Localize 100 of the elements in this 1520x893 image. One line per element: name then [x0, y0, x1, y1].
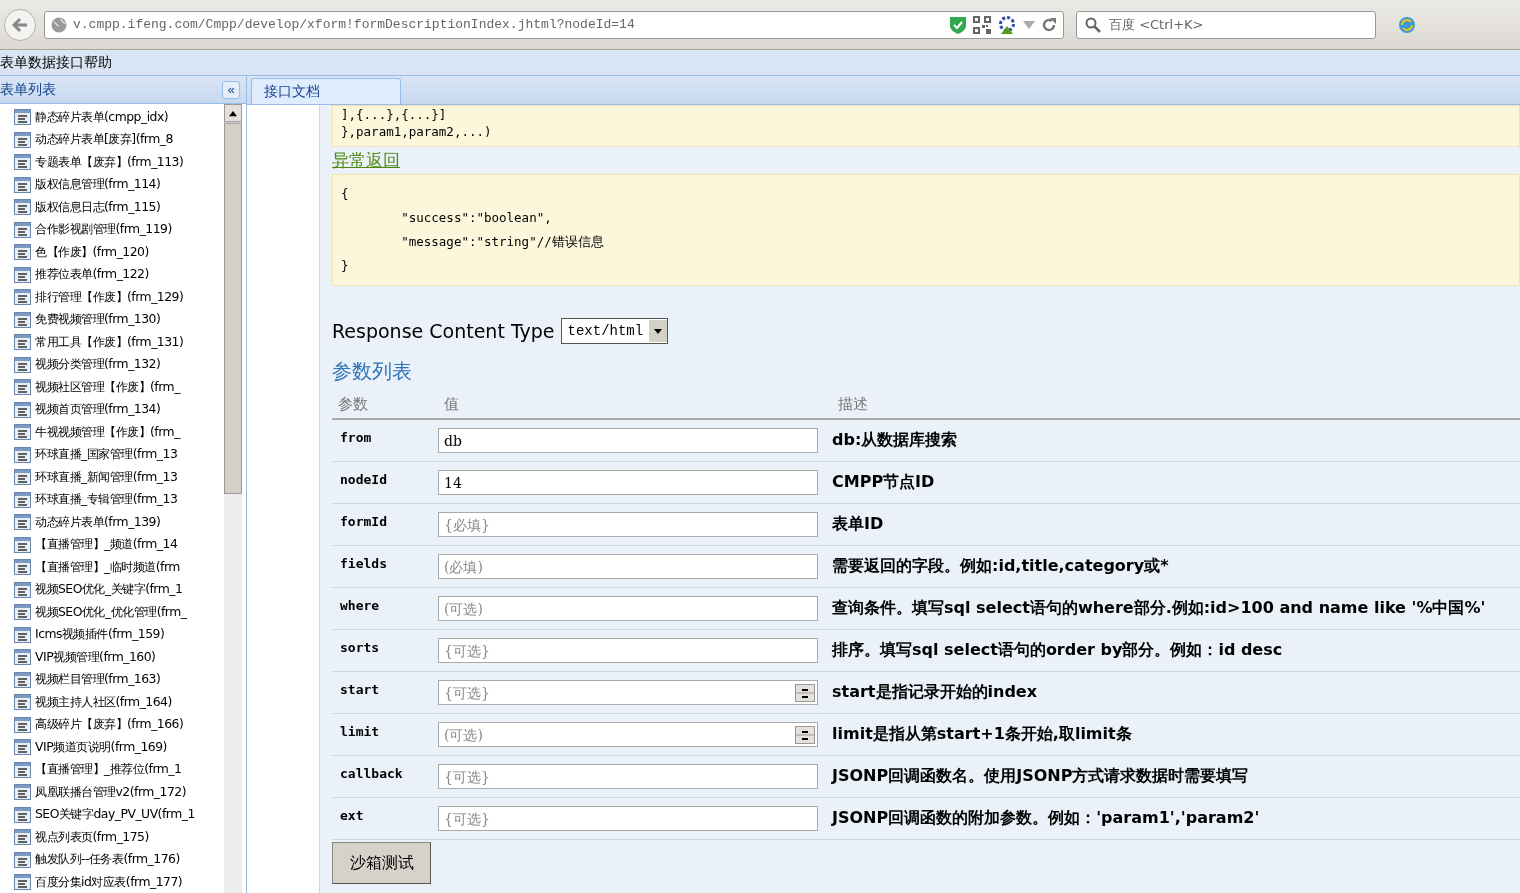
param-input[interactable]: {可选} [438, 806, 818, 831]
param-description: db:从数据库搜索 [832, 430, 958, 451]
shield-icon[interactable] [949, 14, 967, 35]
form-list-item[interactable]: 版权信息管理(frm_114) [35, 176, 161, 194]
code-line: "message":"string"//错误信息 [400, 233, 605, 251]
form-list-item[interactable]: VIP视频管理(frm_160) [35, 648, 156, 666]
form-icon [14, 424, 31, 441]
form-list-item[interactable]: 常用工具【作废】(frm_131) [35, 333, 184, 351]
form-list-item[interactable]: 百度分集id对应表(frm_177) [35, 873, 183, 891]
param-description: 需要返回的字段。例如:id,title,category或* [832, 556, 1169, 577]
form-icon [14, 851, 31, 868]
form-list-item[interactable]: 静态碎片表单(cmpp_idx) [35, 108, 169, 126]
spinner-icon[interactable] [795, 683, 815, 702]
gear-icon[interactable] [997, 14, 1017, 35]
dropdown-icon[interactable] [1023, 20, 1035, 29]
form-list-item[interactable]: SEO关键字day_PV_UV(frm_1 [35, 806, 195, 824]
search-field[interactable]: 百度 <Ctrl+K> [1076, 10, 1376, 39]
form-icon [14, 874, 31, 891]
form-list-item[interactable]: 专题表单【废弃】(frm_113) [35, 153, 184, 171]
param-input[interactable]: {可选} [438, 638, 818, 663]
form-icon [14, 761, 31, 778]
form-icon [14, 401, 31, 418]
form-list-item[interactable]: 视点列表页(frm_175) [35, 828, 149, 846]
form-list-item[interactable]: 视频分类管理(frm_132) [35, 356, 161, 374]
form-list-item[interactable]: 视频SEO优化_关键字(frm_1 [35, 581, 183, 599]
form-list-item[interactable]: VIP频道页说明(frm_169) [35, 738, 167, 756]
form-list-item[interactable]: 【直播管理】_推荐位(frm_1 [35, 761, 182, 779]
panel-title: 表单列表 [0, 80, 56, 99]
tab[interactable]: 接口文档 [251, 78, 401, 104]
form-list-item[interactable]: 【直播管理】_临时频道(frm [35, 558, 180, 576]
form-list-item[interactable]: 合作影视剧管理(frm_119) [35, 221, 172, 239]
content-type-select[interactable]: text/html [560, 318, 669, 344]
param-input[interactable]: db [438, 428, 818, 453]
section-heading: 参数列表 [332, 358, 413, 385]
form-list-item[interactable]: 触发队列--任务表(frm_176) [35, 851, 180, 869]
param-input[interactable]: {必填} [438, 512, 818, 537]
qr-code-icon[interactable] [973, 15, 991, 34]
param-input[interactable]: {可选} [438, 680, 818, 705]
form-list-item[interactable]: 视频社区管理【作废】(frm_ [35, 378, 180, 396]
section-link[interactable]: 异常返回 [332, 149, 400, 172]
form-list-item[interactable]: 视频首页管理(frm_134) [35, 401, 161, 419]
param-name: fields [340, 556, 387, 571]
form-list-item[interactable]: 视频SEO优化_优化管理(frm_ [35, 603, 187, 621]
address-field[interactable]: v.cmpp.ifeng.com/Cmpp/develop/xform!formDescriptionIndex.jhtml?nodeId=14 [44, 10, 1064, 39]
param-input[interactable]: (可选) [438, 596, 818, 621]
form-list-item[interactable]: 视频主持人社区(frm_164) [35, 693, 172, 711]
refresh-icon[interactable] [1041, 16, 1057, 33]
param-input[interactable]: {可选} [438, 764, 818, 789]
form-icon [14, 671, 31, 688]
param-name: nodeId [340, 472, 387, 487]
form-icon [14, 559, 31, 576]
form-list-item[interactable]: 动态碎片表单[废弃](frm_8 [35, 131, 173, 149]
param-description: JSONP回调函数的附加参数。例如：'param1','param2' [832, 808, 1260, 829]
search-icon [1085, 16, 1101, 33]
column-header: 值 [438, 391, 832, 420]
form-list-item[interactable]: 环球直播_新闻管理(frm_13 [35, 468, 178, 486]
form-icon [14, 221, 31, 238]
collapse-button[interactable]: « [222, 80, 240, 99]
form-icon [14, 694, 31, 711]
globe-icon [51, 16, 67, 33]
page-title: 表单数据接口帮助 [0, 53, 112, 72]
param-description: 排序。填写sql select语句的order by部分。例如：id desc [832, 640, 1283, 661]
form-list-item[interactable]: Icms视频插件(frm_159) [35, 626, 165, 644]
column-header: 描述 [832, 391, 1520, 420]
form-list-item[interactable]: 环球直播_国家管理(frm_13 [35, 446, 178, 464]
sync-icon[interactable] [1398, 15, 1416, 34]
form-list-item[interactable]: 免费视频管理(frm_130) [35, 311, 161, 329]
spinner-icon[interactable] [795, 725, 815, 744]
form-list-item[interactable]: 排行管理【作废】(frm_129) [35, 288, 184, 306]
form-list-item[interactable]: 牛视视频管理【作废】(frm_ [35, 423, 180, 441]
form-icon [14, 334, 31, 351]
form-icon [14, 739, 31, 756]
form-icon [14, 311, 31, 328]
param-description: JSONP回调函数名。使用JSONP方式请求数据时需要填写 [832, 766, 1249, 787]
form-list-item[interactable]: 凤凰联播台管理v2(frm_172) [35, 783, 187, 801]
url-text: v.cmpp.ifeng.com/Cmpp/develop/xform!formDescriptionIndex.jhtml?nodeId=14 [73, 17, 636, 32]
param-input[interactable]: 14 [438, 470, 818, 495]
vertical-scrollbar[interactable] [224, 104, 242, 893]
sandbox-test-button[interactable]: 沙箱测试 [332, 842, 431, 884]
form-list-item[interactable]: 色【作废】(frm_120) [35, 243, 149, 261]
form-list-item[interactable]: 版权信息日志(frm_115) [35, 198, 161, 216]
form-list-item[interactable]: 【直播管理】_频道(frm_14 [35, 536, 178, 554]
form-icon [14, 154, 31, 171]
form-list-item[interactable]: 推荐位表单(frm_122) [35, 266, 149, 284]
form-icon [14, 536, 31, 553]
form-icon [14, 806, 31, 823]
param-input[interactable]: (可选) [438, 722, 818, 747]
param-name: from [340, 430, 372, 445]
back-arrow-icon [11, 16, 29, 33]
form-icon [14, 356, 31, 373]
form-list-item[interactable]: 环球直播_专辑管理(frm_13 [35, 491, 178, 509]
form-list-item[interactable]: 动态碎片表单(frm_139) [35, 513, 161, 531]
form-icon [14, 829, 31, 846]
form-icon [14, 266, 31, 283]
param-input[interactable]: (必填) [438, 554, 818, 579]
back-button[interactable] [4, 8, 36, 41]
form-list-item[interactable]: 视频栏目管理(frm_163) [35, 671, 161, 689]
param-description: limit是指从第start+1条开始,取limit条 [832, 724, 1132, 745]
param-name: sorts [340, 640, 380, 655]
form-list-item[interactable]: 高级碎片【废弃】(frm_166) [35, 716, 184, 734]
